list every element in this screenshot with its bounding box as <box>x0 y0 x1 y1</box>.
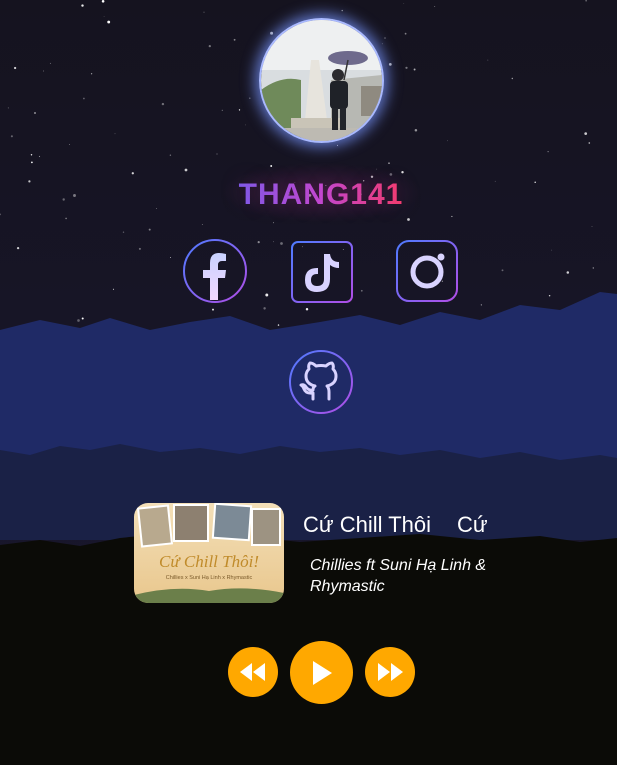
play-icon <box>312 660 332 685</box>
star <box>388 63 392 66</box>
star <box>384 37 386 39</box>
star <box>591 226 593 227</box>
fast-forward-icon <box>378 663 403 681</box>
tiktok-icon <box>291 241 353 303</box>
star <box>184 168 188 172</box>
star <box>107 20 111 24</box>
star <box>43 70 44 72</box>
star <box>487 59 489 61</box>
instagram-icon <box>396 240 458 302</box>
star <box>501 269 504 272</box>
star <box>341 9 343 12</box>
star <box>7 107 9 109</box>
star <box>511 77 514 80</box>
album-cover: Cứ Chill Thôi! Chillies x Suni Hạ Linh x… <box>134 503 284 603</box>
star <box>34 112 36 114</box>
star <box>245 124 246 126</box>
star <box>103 16 105 17</box>
star <box>413 68 416 71</box>
star <box>148 228 151 231</box>
star <box>588 142 591 144</box>
rewind-button[interactable] <box>228 647 278 697</box>
star <box>592 267 594 269</box>
star <box>270 31 274 35</box>
star <box>31 161 33 164</box>
star <box>547 151 549 153</box>
star <box>273 241 274 243</box>
star <box>273 222 274 224</box>
star <box>451 215 453 218</box>
star <box>81 4 84 7</box>
facebook-button[interactable] <box>182 238 248 304</box>
star <box>201 224 203 225</box>
star <box>480 304 482 306</box>
star <box>49 62 51 64</box>
star <box>265 293 269 297</box>
star <box>170 257 171 259</box>
facebook-icon <box>183 239 247 303</box>
star <box>585 0 587 2</box>
star <box>337 144 338 146</box>
star <box>360 289 363 292</box>
cover-title: Cứ Chill Thôi! <box>159 552 259 571</box>
cover-artists: Chillies x Suni Hạ Linh x Rhymastic <box>166 575 253 581</box>
star <box>131 172 134 175</box>
star <box>381 43 383 45</box>
star <box>30 154 33 156</box>
artist-name: Chillies ft Suni Hạ Linh & Rhymastic <box>310 557 487 595</box>
star <box>101 0 105 3</box>
star <box>169 154 172 156</box>
fast-forward-button[interactable] <box>365 647 415 697</box>
star <box>446 140 448 142</box>
star <box>263 307 266 310</box>
star <box>13 66 17 70</box>
star <box>566 271 570 274</box>
star <box>65 217 67 220</box>
github-button[interactable] <box>288 349 354 415</box>
star <box>257 240 260 244</box>
star <box>216 153 218 155</box>
star <box>584 132 588 135</box>
github-icon <box>289 350 353 414</box>
star <box>414 128 418 132</box>
star <box>238 109 241 111</box>
star <box>16 246 20 250</box>
star <box>69 143 70 145</box>
rewind-icon <box>240 663 265 681</box>
star <box>305 307 309 311</box>
tiktok-button[interactable] <box>289 238 355 304</box>
star <box>77 319 80 322</box>
star <box>138 247 141 250</box>
play-button[interactable] <box>290 641 353 704</box>
star <box>38 155 41 158</box>
star <box>203 11 205 13</box>
star <box>249 97 251 99</box>
star <box>277 324 280 326</box>
instagram-button[interactable] <box>394 238 460 304</box>
star <box>551 249 553 251</box>
star <box>405 66 408 69</box>
star <box>122 231 125 233</box>
star <box>403 3 405 4</box>
star <box>81 317 84 320</box>
star <box>161 102 165 106</box>
star <box>112 288 115 290</box>
song-title: Cứ Chill Thôi Cứ <box>303 512 488 537</box>
star <box>233 38 236 41</box>
star <box>114 133 116 135</box>
page-title: THANG141 <box>0 178 617 212</box>
star <box>208 44 211 48</box>
star <box>404 32 407 35</box>
star <box>83 97 85 100</box>
star <box>10 135 13 138</box>
star <box>90 73 93 75</box>
star <box>434 5 436 7</box>
star <box>548 294 551 297</box>
star <box>221 109 223 111</box>
star <box>212 308 214 311</box>
star <box>280 242 283 245</box>
avatar <box>259 18 384 143</box>
